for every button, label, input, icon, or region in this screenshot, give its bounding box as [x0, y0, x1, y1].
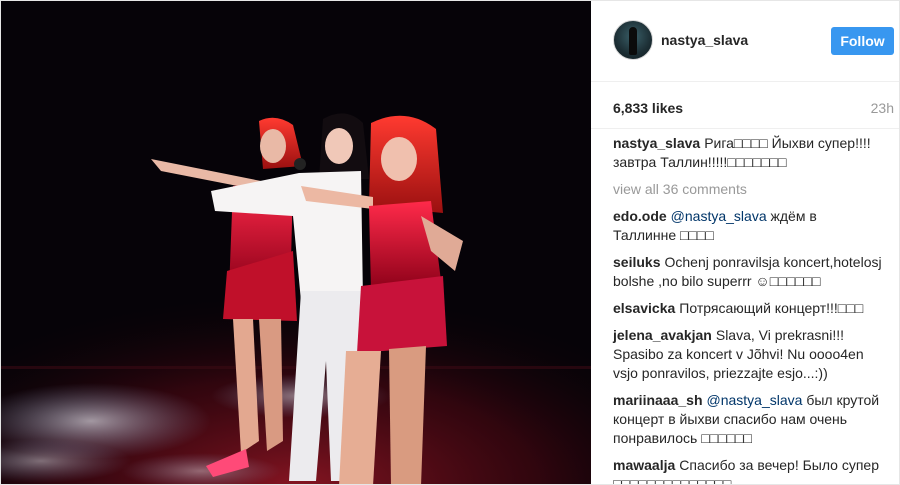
avatar[interactable] — [613, 20, 653, 60]
comment-item: seiluks Ochenj ponravilsja koncert,hotelo… — [613, 253, 883, 291]
caption-user[interactable]: nastya_slava — [613, 135, 700, 151]
comment-item: mariinaaa_sh @nastya_slava был крутой кон… — [613, 391, 883, 448]
follow-button[interactable]: Follow — [831, 27, 894, 55]
comment-user[interactable]: edo.ode — [613, 208, 667, 224]
comment-text: Потрясающий концерт!!!□□□ — [679, 300, 864, 316]
post-side-panel: nastya_slava Follow 6,833 likes 23h nast… — [591, 1, 899, 484]
header-username[interactable]: nastya_slava — [661, 32, 748, 48]
comment-mention[interactable]: @nastya_slava — [707, 392, 803, 408]
post-time[interactable]: 23h — [871, 100, 894, 116]
comment-item: jelena_avakjan Slava, Vi prekrasni!!! Spa… — [613, 326, 883, 383]
caption: nastya_slava Рига□□□□ Йыхви супер!!!! зав… — [613, 134, 883, 172]
post-meta: 6,833 likes 23h — [591, 82, 899, 129]
comment-user[interactable]: elsavicka — [613, 300, 675, 316]
comment-mention[interactable]: @nastya_slava — [671, 208, 767, 224]
comment-user[interactable]: jelena_avakjan — [613, 327, 712, 343]
concert-scene — [1, 1, 591, 484]
view-all-comments-link[interactable]: view all 36 comments — [613, 180, 883, 199]
avatar-figure — [629, 27, 637, 55]
post-header: nastya_slava Follow — [591, 1, 899, 82]
comment-user[interactable]: mawaalja — [613, 457, 675, 473]
likes-count[interactable]: 6,833 likes — [613, 100, 683, 116]
post-container: nastya_slava Follow 6,833 likes 23h nast… — [0, 0, 900, 485]
comment-item: edo.ode @nastya_slava ждём в Таллинне □□□… — [613, 207, 883, 245]
comment-item: elsavicka Потрясающий концерт!!!□□□ — [613, 299, 883, 318]
comment-item: mawaalja Спасибо за вечер! Было супер □□□… — [613, 456, 883, 484]
post-photo[interactable] — [1, 1, 591, 484]
comment-user[interactable]: seiluks — [613, 254, 660, 270]
comments-list: nastya_slava Рига□□□□ Йыхви супер!!!! зав… — [613, 134, 883, 484]
comment-user[interactable]: mariinaaa_sh — [613, 392, 703, 408]
